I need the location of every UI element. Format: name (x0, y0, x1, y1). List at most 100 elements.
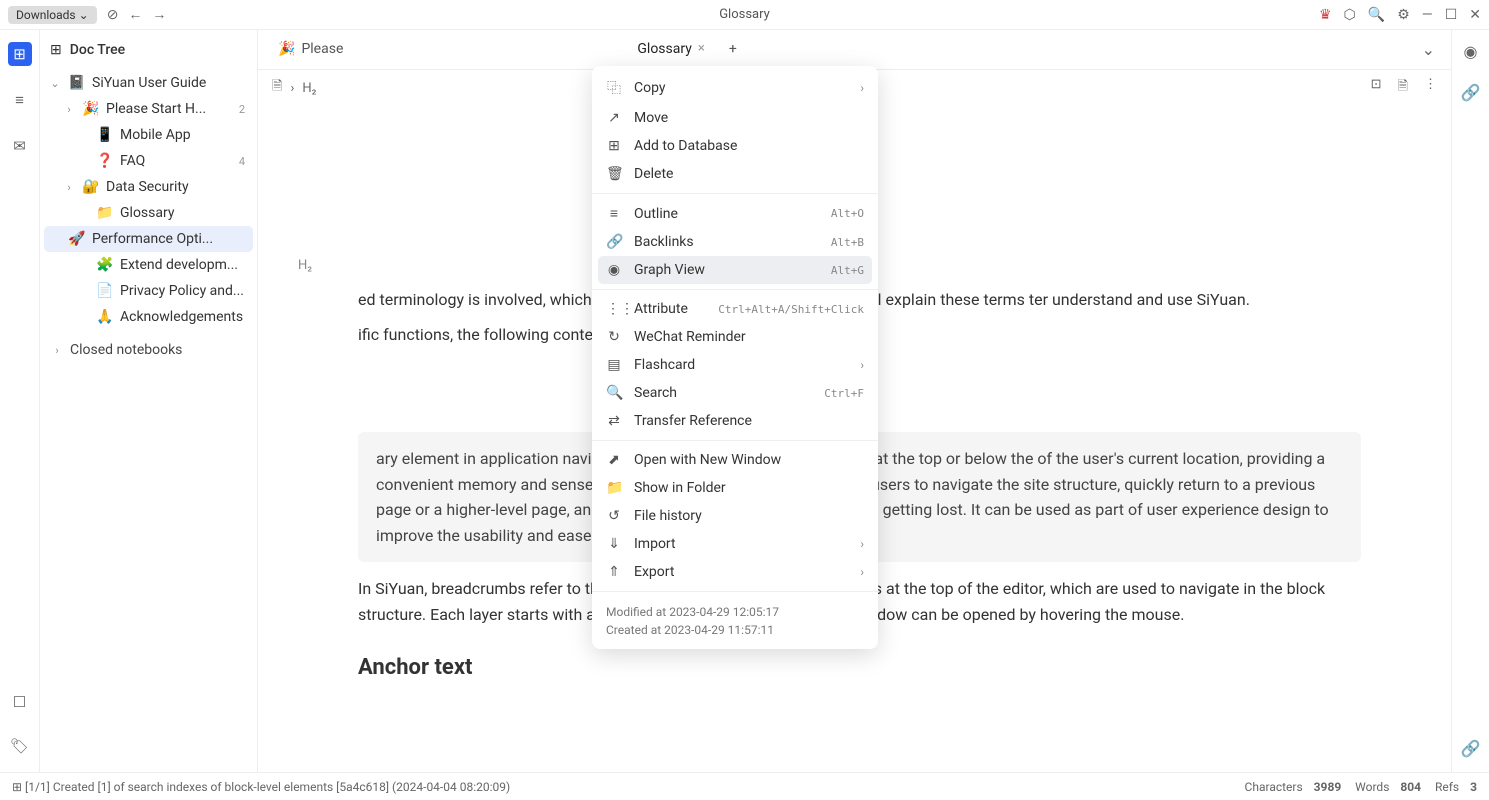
menu-label: Transfer Reference (634, 413, 864, 429)
menu-item-move[interactable]: ↗Move (592, 104, 878, 132)
new-tab-button[interactable]: + (717, 30, 749, 69)
menu-label: Graph View (634, 262, 819, 278)
menu-item-outline[interactable]: ≡OutlineAlt+O (592, 199, 878, 228)
search-icon[interactable]: 🔍 (1368, 7, 1385, 23)
menu-item-open-with-new-window[interactable]: ⬈Open with New Window (592, 446, 878, 474)
tree-item-icon: 🙏 (96, 309, 114, 325)
tree-item-label: Performance Opti... (92, 231, 249, 247)
chevron-down-icon: ⌄ (79, 8, 89, 22)
tree-item[interactable]: 📁Glossary (40, 200, 257, 226)
menu-label: WeChat Reminder (634, 329, 864, 345)
window-title: Glossary (719, 7, 770, 22)
tree-item[interactable]: ❓FAQ4 (40, 148, 257, 174)
rightbar: ◉ 🔗 🔗 (1451, 30, 1489, 772)
tree-item[interactable]: 📄Privacy Policy and... (40, 278, 257, 304)
closed-notebooks[interactable]: › Closed notebooks (40, 330, 257, 370)
menu-item-file-history[interactable]: ↺ File history (592, 502, 878, 530)
menu-label: Open with New Window (634, 452, 864, 468)
close-icon[interactable]: ✕ (1469, 7, 1481, 23)
menu-shortcut: Alt+B (831, 236, 864, 249)
tab-please[interactable]: 🎉 Please (266, 30, 355, 69)
close-icon[interactable]: × (698, 41, 705, 56)
tree-item[interactable]: ›🔐Data Security (40, 174, 257, 200)
inbox-icon[interactable]: ✉ (8, 134, 32, 158)
menu-label: Flashcard (634, 357, 848, 373)
chevron-right-icon: › (50, 344, 64, 357)
tab-dropdown-icon[interactable]: ⌄ (1422, 40, 1435, 59)
menu-item-add-to-database[interactable]: ⊞Add to Database (592, 132, 878, 160)
menu-item-search[interactable]: 🔍SearchCtrl+F (592, 379, 878, 407)
tree-item-label: Privacy Policy and... (120, 283, 249, 299)
menu-label: Delete (634, 166, 864, 182)
tag-icon[interactable]: 🏷 (8, 734, 32, 758)
tree-item-label: Extend developm... (120, 257, 249, 273)
menu-item-transfer-reference[interactable]: ⇄ Transfer Reference (592, 407, 878, 435)
menu-item-wechat-reminder[interactable]: ↻WeChat Reminder (592, 323, 878, 351)
menu-label: Outline (634, 206, 819, 222)
chevron-right-icon: › (860, 358, 864, 372)
sync-off-icon[interactable]: ⊘ (107, 7, 119, 23)
crown-icon[interactable]: ♛ (1319, 7, 1332, 23)
extension-icon[interactable]: ⬡ (1344, 7, 1356, 23)
menu-icon: ⇄ (606, 413, 622, 429)
menu-label: Import (634, 536, 848, 552)
tree-item-icon: ❓ (96, 153, 114, 169)
chevron-right-icon[interactable]: › (62, 103, 76, 116)
breadcrumb-h2[interactable]: H₂ (302, 81, 316, 96)
menu-icon: 📁 (606, 480, 622, 496)
doc-icon[interactable]: 🗎 (272, 77, 282, 99)
tab-glossary[interactable]: Glossary × (625, 30, 716, 69)
tree-badge: 2 (235, 103, 249, 116)
menu-item-delete[interactable]: 🗑Delete (592, 160, 878, 188)
backlinks-icon[interactable]: 🔗 (1461, 83, 1481, 102)
menu-item-export[interactable]: ⇑ Export › (592, 558, 878, 586)
outline-icon[interactable]: ≡ (8, 88, 32, 112)
chevron-right-icon[interactable]: › (62, 181, 76, 194)
link-icon[interactable]: 🔗 (1461, 739, 1481, 758)
tree-item-icon: 📱 (96, 127, 114, 143)
tree-root[interactable]: ⌄ 📓 SiYuan User Guide (40, 70, 257, 96)
statusbar: ⊞ [1/1] Created [1] of search indexes of… (0, 772, 1489, 800)
menu-label: Backlinks (634, 234, 819, 250)
menu-item-flashcard[interactable]: ▤Flashcard› (592, 351, 878, 379)
menu-item-graph-view[interactable]: ◉ Graph View Alt+G (598, 256, 872, 284)
menu-icon: ⋮⋮ (606, 301, 622, 317)
gear-icon[interactable]: ⚙ (1397, 7, 1410, 23)
bookmark-icon[interactable]: ☐ (8, 690, 32, 714)
more-icon[interactable]: ⋮ (1424, 77, 1437, 99)
menu-icon: ◉ (606, 262, 622, 278)
minimize-icon[interactable]: — (1422, 7, 1433, 23)
menu-label: Search (634, 385, 812, 401)
tree-item[interactable]: 🚀Performance Opti... (44, 226, 253, 252)
sidebar-header: ⊞ Doc Tree (40, 30, 257, 70)
menu-icon: ⇑ (606, 564, 622, 580)
menu-shortcut: Alt+G (831, 264, 864, 277)
maximize-icon[interactable]: ☐ (1445, 7, 1458, 23)
menu-item-import[interactable]: ⇓Import› (592, 530, 878, 558)
menu-item-backlinks[interactable]: 🔗BacklinksAlt+B (592, 228, 878, 256)
tree-item[interactable]: 📱Mobile App (40, 122, 257, 148)
menu-item-attribute[interactable]: ⋮⋮AttributeCtrl+Alt+A/Shift+Click (592, 295, 878, 323)
doc-tree-header-icon: ⊞ (50, 42, 62, 58)
heading-anchor-text[interactable]: Anchor text (358, 650, 1361, 685)
downloads-button[interactable]: Downloads ⌄ (8, 6, 97, 24)
page-icon[interactable]: 🗎 (1398, 77, 1408, 99)
doc-tree-icon[interactable]: ⊞ (8, 42, 32, 66)
tree-item-label: Data Security (106, 179, 249, 195)
chevron-down-icon[interactable]: ⌄ (48, 77, 62, 90)
tree-item[interactable]: ›🎉Please Start H...2 (40, 96, 257, 122)
menu-label: Export (634, 564, 848, 580)
menu-icon: ↗ (606, 110, 622, 126)
content-area: 🎉 Please Glossary × + ⌄ 🗎 › H₂ ⊡ 🗎 ⋮ (258, 30, 1451, 772)
menu-icon: ↺ (606, 508, 622, 524)
back-icon[interactable]: ← (128, 6, 142, 23)
tree-item[interactable]: 🙏Acknowledgements (40, 304, 257, 330)
menu-item-copy[interactable]: ⿻Copy› (592, 72, 878, 104)
lock-icon[interactable]: ⊡ (1371, 77, 1382, 99)
tree-item[interactable]: 🧩Extend developm... (40, 252, 257, 278)
chevron-right-icon: › (860, 565, 864, 579)
menu-label: File history (634, 508, 864, 524)
menu-item-show-in-folder[interactable]: 📁Show in Folder (592, 474, 878, 502)
forward-icon[interactable]: → (152, 6, 166, 23)
graph-icon[interactable]: ◉ (1464, 42, 1478, 61)
